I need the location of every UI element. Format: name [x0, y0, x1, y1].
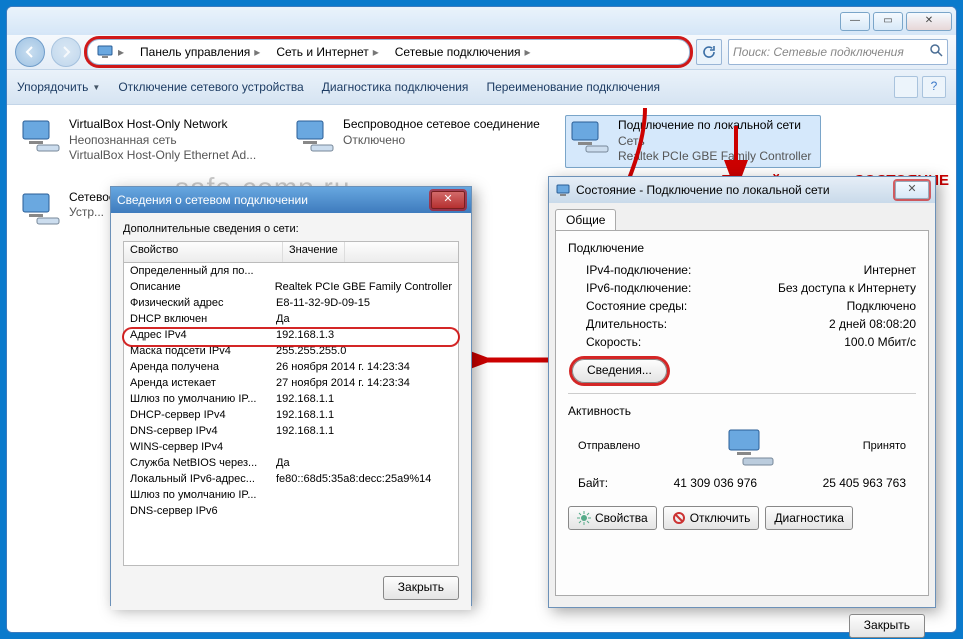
close-button[interactable]: Закрыть — [849, 614, 925, 638]
network-icon — [555, 182, 571, 198]
connection-item[interactable]: Подключение по локальной сетиСетьRealtek… — [565, 115, 821, 168]
activity-section-label: Активность — [568, 404, 916, 418]
details-row: DHCP включенДа — [124, 313, 458, 329]
network-adapter-icon — [293, 117, 335, 153]
close-button[interactable]: ✕ — [906, 12, 952, 31]
breadcrumb-item[interactable]: Панель управления ▸ — [132, 40, 268, 64]
details-table-body: Определенный для по...ОписаниеRealtek PC… — [123, 263, 459, 566]
details-row: Локальный IPv6-адрес...fe80::68d5:35a8:d… — [124, 473, 458, 489]
diagnose-button[interactable]: Диагностика — [765, 506, 853, 530]
details-table-header: Свойство Значение — [123, 241, 459, 263]
dialog-close-button[interactable]: ✕ — [431, 191, 465, 209]
connection-item[interactable]: VirtualBox Host-Only NetworkНеопознанная… — [17, 115, 271, 168]
details-row: ОписаниеRealtek PCIe GBE Family Controll… — [124, 281, 458, 297]
network-details-dialog: Сведения о сетевом подключении ✕ Дополни… — [110, 186, 472, 606]
details-row: DNS-сервер IPv4192.168.1.1 — [124, 425, 458, 441]
refresh-button[interactable] — [696, 39, 722, 65]
help-button[interactable]: ? — [922, 76, 946, 98]
connection-status-dialog: Состояние - Подключение по локальной сет… — [548, 176, 936, 608]
properties-button[interactable]: Свойства — [568, 506, 657, 530]
details-row: Адрес IPv4192.168.1.3 — [124, 329, 458, 345]
disable-device-button[interactable]: Отключение сетевого устройства — [118, 80, 303, 94]
disable-button[interactable]: Отключить — [663, 506, 760, 530]
bytes-label: Байт: — [578, 476, 608, 490]
view-options-button[interactable] — [894, 76, 918, 98]
dialog-close-button[interactable]: ✕ — [895, 181, 929, 199]
details-row: Шлюз по умолчанию IP...192.168.1.1 — [124, 393, 458, 409]
forward-button[interactable] — [51, 37, 81, 67]
details-row: Аренда получена26 ноября 2014 г. 14:23:3… — [124, 361, 458, 377]
sent-label: Отправлено — [578, 440, 640, 452]
network-adapter-icon — [19, 190, 61, 226]
sent-bytes: 41 309 036 976 — [674, 476, 757, 490]
details-row: WINS-сервер IPv4 — [124, 441, 458, 457]
connection-section-label: Подключение — [568, 241, 916, 255]
breadcrumb-item[interactable]: Сеть и Интернет ▸ — [268, 40, 386, 64]
dialog-titlebar[interactable]: Сведения о сетевом подключении ✕ — [111, 187, 471, 213]
activity-icon — [723, 424, 779, 468]
details-row: DNS-сервер IPv6 — [124, 505, 458, 521]
details-button[interactable]: Сведения... — [572, 359, 667, 383]
details-row: Определенный для по... — [124, 265, 458, 281]
organize-menu[interactable]: Упорядочить ▼ — [17, 80, 100, 94]
command-bar: Упорядочить ▼ Отключение сетевого устрой… — [7, 70, 956, 105]
disable-icon — [672, 511, 686, 525]
diagnose-button[interactable]: Диагностика подключения — [322, 80, 469, 94]
details-row: Физический адресE8-11-32-9D-09-15 — [124, 297, 458, 313]
details-row: DHCP-сервер IPv4192.168.1.1 — [124, 409, 458, 425]
breadcrumb[interactable]: ▸ Панель управления ▸ Сеть и Интернет ▸ … — [87, 39, 690, 65]
breadcrumb-item[interactable]: Сетевые подключения ▸ — [387, 40, 539, 64]
maximize-button[interactable]: ▭ — [873, 12, 903, 31]
network-adapter-icon — [19, 117, 61, 153]
computer-icon — [96, 43, 114, 61]
close-button[interactable]: Закрыть — [383, 576, 459, 600]
network-adapter-icon — [568, 118, 610, 154]
search-icon — [930, 44, 943, 60]
received-bytes: 25 405 963 763 — [823, 476, 906, 490]
dialog-titlebar[interactable]: Состояние - Подключение по локальной сет… — [549, 177, 935, 203]
search-input[interactable]: Поиск: Сетевые подключения — [728, 39, 948, 65]
connection-item[interactable]: Беспроводное сетевое соединениеОтключено — [291, 115, 545, 168]
tab-general[interactable]: Общие — [555, 209, 616, 230]
back-button[interactable] — [15, 37, 45, 67]
rename-button[interactable]: Переименование подключения — [486, 80, 660, 94]
details-header: Дополнительные сведения о сети: — [123, 223, 459, 235]
received-label: Принято — [863, 440, 906, 452]
titlebar: — ▭ ✕ — [7, 7, 956, 35]
details-row: Аренда истекает27 ноября 2014 г. 14:23:3… — [124, 377, 458, 393]
details-row: Шлюз по умолчанию IP... — [124, 489, 458, 505]
gear-icon — [577, 511, 591, 525]
details-row: Служба NetBIOS через...Да — [124, 457, 458, 473]
details-row: Маска подсети IPv4255.255.255.0 — [124, 345, 458, 361]
navigation-bar: ▸ Панель управления ▸ Сеть и Интернет ▸ … — [7, 35, 956, 70]
minimize-button[interactable]: — — [840, 12, 870, 31]
